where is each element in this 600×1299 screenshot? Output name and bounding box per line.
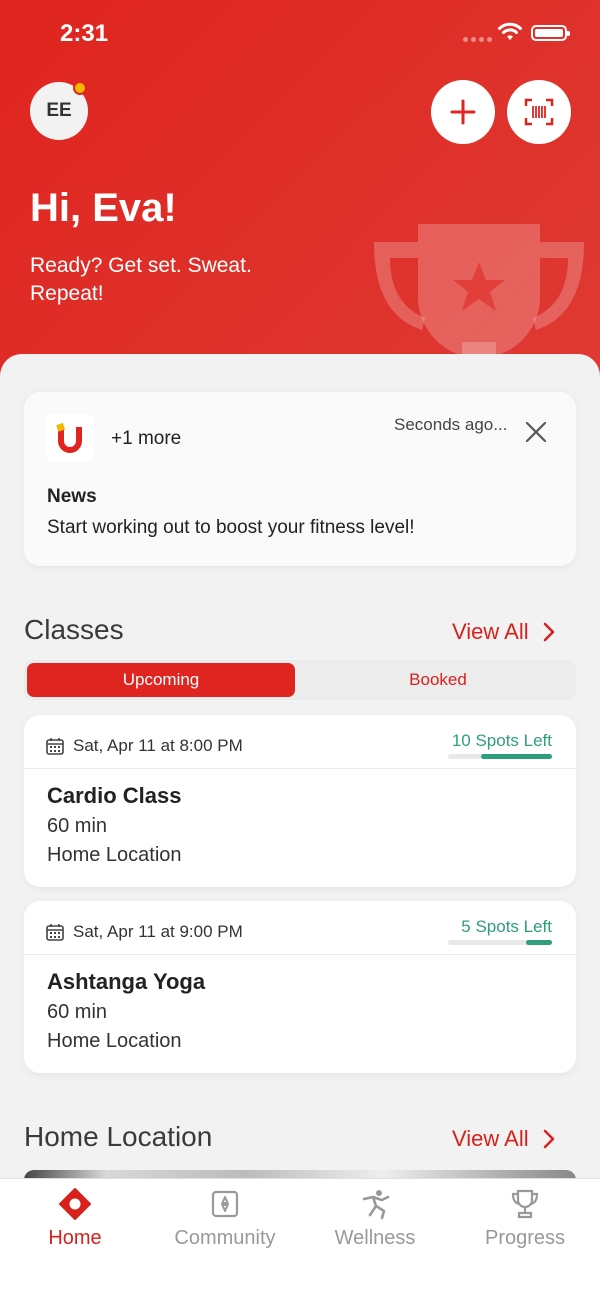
home-location-section-title: Home Location (24, 1121, 213, 1152)
tabbar-label: Wellness (334, 1227, 416, 1249)
trophy-watermark-icon (374, 224, 584, 372)
community-icon (211, 1190, 239, 1218)
status-bar: 2:31 (0, 0, 600, 66)
tab-upcoming[interactable]: Upcoming (27, 663, 295, 697)
class-name: Ashtanga Yoga (47, 969, 206, 994)
chevron-right-icon (543, 1129, 554, 1149)
tabbar-item-home[interactable]: Home (0, 1187, 150, 1257)
trophy-icon (511, 1189, 539, 1219)
scan-barcode-button[interactable] (507, 80, 571, 144)
notification-heading: News (47, 486, 97, 507)
chevron-right-icon (543, 622, 554, 642)
classes-section-title: Classes (24, 614, 124, 645)
classes-view-all-link[interactable]: View All (452, 619, 555, 645)
tab-booked[interactable]: Booked (304, 663, 572, 697)
class-name: Cardio Class (47, 783, 182, 808)
class-card[interactable]: Sat, Apr 11 at 8:00 PM 10 Spots Left Car… (24, 715, 576, 887)
calendar-icon (46, 924, 64, 941)
home-location-view-all-link[interactable]: View All (452, 1126, 555, 1152)
class-card[interactable]: Sat, Apr 11 at 9:00 PM 5 Spots Left Asht… (24, 901, 576, 1073)
battery-icon (531, 25, 570, 41)
plus-icon (450, 99, 476, 125)
spots-progress-bar (448, 754, 552, 759)
spots-left-label: 10 Spots Left (451, 731, 552, 750)
tabbar-item-community[interactable]: Community (150, 1187, 300, 1257)
spots-progress-fill (481, 754, 552, 759)
class-duration: 60 min (47, 1001, 108, 1023)
greeting-tagline: Ready? Get set. Sweat. Repeat! (30, 254, 252, 305)
add-button[interactable] (431, 80, 495, 144)
class-date: Sat, Apr 11 at 9:00 PM (73, 922, 243, 941)
spots-progress-bar (448, 940, 552, 945)
home-icon (59, 1188, 91, 1220)
class-card-header: Sat, Apr 11 at 8:00 PM 10 Spots Left (24, 715, 576, 769)
u-logo-icon (56, 422, 82, 453)
spots-progress-fill (526, 940, 552, 945)
avatar-initials: EE (46, 100, 72, 121)
app-logo (46, 414, 94, 462)
status-time: 2:31 (60, 20, 109, 47)
spots-left-label: 5 Spots Left (461, 917, 552, 936)
class-location: Home Location (47, 1030, 182, 1052)
tabbar-label: Progress (484, 1227, 566, 1249)
tabbar-item-progress[interactable]: Progress (450, 1187, 600, 1257)
class-location: Home Location (47, 844, 182, 866)
notification-body: Start working out to boost your fitness … (47, 517, 415, 538)
bottom-tab-bar: Home Community Wellness Progress (0, 1178, 600, 1299)
class-card-header: Sat, Apr 11 at 9:00 PM 5 Spots Left (24, 901, 576, 955)
wifi-icon (498, 22, 522, 40)
calendar-icon (46, 738, 64, 755)
class-duration: 60 min (47, 815, 108, 837)
view-all-label: View All (452, 619, 529, 644)
notification-time: Seconds ago... (394, 415, 508, 434)
close-icon[interactable] (524, 420, 548, 444)
wellness-icon (362, 1190, 390, 1220)
class-date: Sat, Apr 11 at 8:00 PM (73, 736, 243, 755)
cellular-signal-icon (463, 37, 492, 42)
hero-header: 2:31 EE Hi, Eva! Ready? Get set. Sweat. … (0, 0, 600, 380)
tabbar-label: Home (48, 1227, 102, 1249)
view-all-label: View All (452, 1126, 529, 1151)
greeting-title: Hi, Eva! (30, 186, 177, 230)
tabbar-label: Community (174, 1227, 276, 1249)
notification-more-count[interactable]: +1 more (111, 428, 181, 450)
classes-tab-switch: Upcoming Booked (24, 660, 576, 700)
tabbar-item-wellness[interactable]: Wellness (300, 1187, 450, 1257)
barcode-scan-icon (524, 98, 554, 126)
notification-dot (73, 81, 87, 95)
news-notification-card[interactable]: +1 more Seconds ago... News Start workin… (24, 392, 576, 566)
